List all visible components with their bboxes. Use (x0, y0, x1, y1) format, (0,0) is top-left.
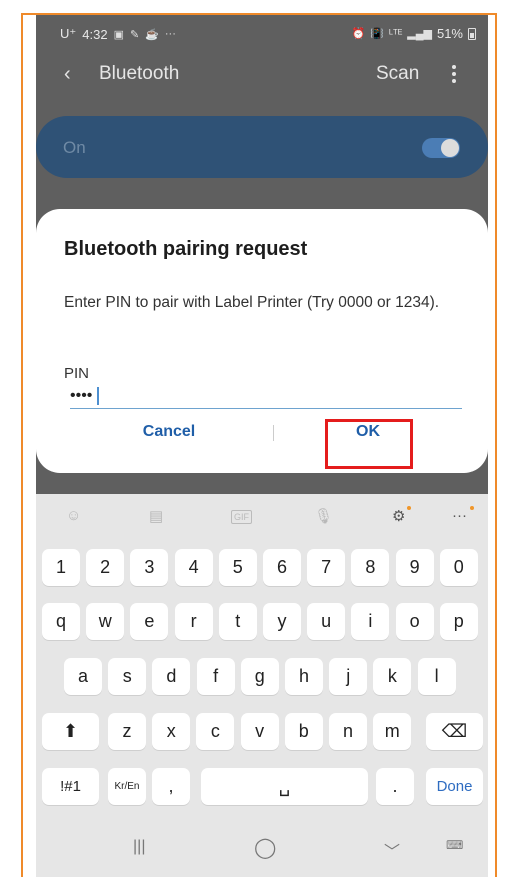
soft-keyboard: ☺ ▤ GIF 🎙 ⚙ ··· 1234567890 qwertyuiop asdf… (36, 494, 488, 877)
ok-highlight-box (325, 419, 413, 469)
key-o[interactable]: o (395, 603, 434, 640)
more-dots-icon: ··· (164, 28, 176, 40)
key-y[interactable]: y (263, 603, 301, 640)
microphone-icon[interactable]: 🎙 (314, 507, 333, 525)
space-icon: ␣ (278, 776, 291, 796)
key-9[interactable]: 9 (395, 549, 434, 586)
more-notification-dot (470, 506, 474, 510)
key-u[interactable]: u (307, 603, 346, 640)
key-t[interactable]: t (218, 603, 257, 640)
key-s[interactable]: s (108, 658, 147, 695)
key-v[interactable]: v (240, 713, 279, 750)
page-title: Bluetooth (99, 63, 180, 84)
key-x[interactable]: x (152, 713, 191, 750)
key-1[interactable]: 1 (42, 549, 80, 586)
button-divider (273, 425, 274, 441)
shift-key[interactable]: ⬆ (42, 713, 99, 750)
keyboard-switch-icon[interactable]: ⌨ (446, 838, 463, 852)
lte-icon: ᴸᵀᴱ (389, 27, 403, 40)
text-cursor (97, 387, 99, 405)
key-3[interactable]: 3 (130, 549, 169, 586)
battery-icon (468, 27, 476, 40)
signal-icon: ▂▄▆ (407, 28, 432, 40)
battery-percent: 51% (436, 26, 463, 41)
bluetooth-state-label: On (63, 138, 86, 157)
key-i[interactable]: i (351, 603, 390, 640)
key-d[interactable]: d (152, 658, 191, 695)
app-bar: ‹ Bluetooth Scan (36, 59, 488, 95)
key-l[interactable]: l (417, 658, 456, 695)
key-b[interactable]: b (284, 713, 323, 750)
status-bar: U⁺ 4:32 ▣ ✎ ☕ ··· ⏰ 📳 ᴸᵀᴱ ▂▄▆ 51% (36, 15, 488, 51)
pin-label: PIN (64, 365, 90, 382)
pencil-icon: ✎ (129, 28, 140, 41)
alarm-icon: ⏰ (351, 28, 366, 40)
language-switch-key[interactable]: Kr/En (108, 768, 146, 805)
carrier-label: U⁺ (60, 26, 77, 41)
sticker-icon[interactable]: ▤ (149, 507, 163, 525)
cancel-button[interactable]: Cancel (124, 423, 214, 441)
bluetooth-toggle-switch[interactable] (422, 138, 460, 158)
settings-gear-icon[interactable]: ⚙ (392, 507, 405, 525)
keyboard-more-icon[interactable]: ··· (452, 507, 467, 524)
shift-icon: ⬆ (62, 721, 79, 741)
pin-input[interactable] (70, 383, 462, 409)
gif-icon[interactable]: GIF (231, 510, 252, 524)
key-n[interactable]: n (329, 713, 367, 750)
status-time: 4:32 (82, 26, 108, 42)
system-nav-bar: ||| ◯ ﹀ ⌨ (36, 824, 488, 877)
key-w[interactable]: w (86, 603, 125, 640)
key-f[interactable]: f (196, 658, 235, 695)
home-icon[interactable]: ◯ (254, 835, 276, 860)
coffee-icon: ☕ (145, 28, 159, 41)
key-j[interactable]: j (329, 658, 368, 695)
key-k[interactable]: k (373, 658, 412, 695)
key-c[interactable]: c (196, 713, 235, 750)
key-g[interactable]: g (240, 658, 279, 695)
keyboard-toolbar: ☺ ▤ GIF 🎙 ⚙ ··· (36, 494, 488, 540)
hide-keyboard-icon[interactable]: ﹀ (384, 838, 400, 862)
key-r[interactable]: r (174, 603, 213, 640)
key-p[interactable]: p (439, 603, 478, 640)
key-0[interactable]: 0 (439, 549, 478, 586)
recent-apps-icon[interactable]: ||| (133, 838, 145, 856)
backspace-key[interactable]: ⌫ (426, 713, 483, 750)
key-8[interactable]: 8 (351, 549, 390, 586)
bluetooth-toggle-row[interactable]: On (36, 116, 488, 178)
gallery-icon: ▣ (113, 28, 124, 41)
key-2[interactable]: 2 (86, 549, 125, 586)
scan-button[interactable]: Scan (376, 63, 419, 85)
emoji-icon[interactable]: ☺ (66, 507, 81, 524)
key-5[interactable]: 5 (218, 549, 257, 586)
pairing-dialog: Bluetooth pairing request Enter PIN to p… (36, 209, 488, 473)
key-period[interactable]: . (376, 768, 414, 805)
dialog-message: Enter PIN to pair with Label Printer (Tr… (64, 294, 440, 311)
key-4[interactable]: 4 (174, 549, 213, 586)
key-a[interactable]: a (64, 658, 102, 695)
key-z[interactable]: z (108, 713, 146, 750)
backspace-icon: ⌫ (441, 721, 468, 741)
key-comma[interactable]: , (152, 768, 190, 805)
key-h[interactable]: h (285, 658, 323, 695)
key-6[interactable]: 6 (263, 549, 301, 586)
phone-screen: U⁺ 4:32 ▣ ✎ ☕ ··· ⏰ 📳 ᴸᵀᴱ ▂▄▆ 51% ‹ Blue… (36, 15, 488, 877)
settings-notification-dot (407, 506, 411, 510)
key-q[interactable]: q (42, 603, 80, 640)
dialog-title: Bluetooth pairing request (64, 238, 308, 260)
space-key[interactable]: ␣ (201, 768, 368, 805)
done-key[interactable]: Done (426, 768, 483, 805)
language-switch-label: Kr/En (114, 781, 140, 792)
key-e[interactable]: e (130, 603, 169, 640)
back-arrow-icon[interactable]: ‹ (64, 61, 71, 87)
vibrate-icon: 📳 (370, 28, 385, 40)
symbols-key[interactable]: !#1 (42, 768, 99, 805)
key-7[interactable]: 7 (307, 549, 346, 586)
more-options-icon[interactable] (446, 59, 462, 89)
key-m[interactable]: m (373, 713, 412, 750)
